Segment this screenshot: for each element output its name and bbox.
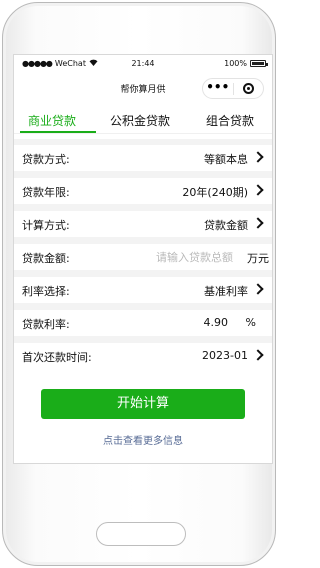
loan-rate-label: 贷款利率: — [22, 318, 70, 331]
loan-type-tabs: 商业贷款 公积金贷款 组合贷款 — [14, 107, 272, 134]
battery-percent: 100% — [224, 59, 247, 68]
loan-method-value: 等额本息 — [204, 153, 248, 166]
rate-choice-label: 利率选择: — [22, 285, 70, 298]
chevron-right-icon — [252, 283, 264, 295]
row-loan-method[interactable]: 贷款方式: 等额本息 — [14, 145, 272, 171]
chevron-right-icon — [252, 349, 264, 361]
app-screen: ●●●●● WeChat 21:44 100% 帮你算月供 ••• 商业贷款 公… — [13, 54, 273, 464]
first-payment-value: 2023-01 — [202, 349, 248, 362]
close-button[interactable] — [234, 83, 264, 94]
first-payment-label: 首次还款时间: — [22, 351, 92, 364]
nav-bar: 帮你算月供 ••• — [14, 73, 272, 105]
row-rate-choice[interactable]: 利率选择: 基准利率 — [14, 277, 272, 303]
more-dots-icon[interactable]: ••• — [203, 81, 233, 96]
row-first-payment[interactable]: 首次还款时间: 2023-01 — [14, 343, 272, 369]
calc-method-label: 计算方式: — [22, 219, 70, 232]
mini-program-capsule: ••• — [202, 78, 264, 99]
battery-icon — [250, 60, 268, 67]
loan-method-label: 贷款方式: — [22, 153, 70, 166]
row-loan-amount: 贷款金额: 万元 — [14, 244, 272, 270]
tab-combined-loan[interactable]: 组合贷款 — [206, 112, 254, 129]
loan-term-label: 贷款年限: — [22, 186, 70, 199]
chevron-right-icon — [252, 151, 264, 163]
home-button[interactable] — [96, 522, 186, 546]
loan-amount-unit: 万元 — [247, 252, 269, 265]
loan-rate-input[interactable]: 4.90 — [204, 316, 229, 329]
loan-amount-label: 贷款金额: — [22, 252, 70, 265]
close-circle-icon — [242, 83, 254, 94]
row-calc-method[interactable]: 计算方式: 贷款金额 — [14, 211, 272, 237]
tab-commercial-loan[interactable]: 商业贷款 — [28, 112, 76, 129]
more-info-link[interactable]: 点击查看更多信息 — [14, 432, 272, 447]
loan-rate-unit: % — [245, 316, 256, 329]
phone-frame: ●●●●● WeChat 21:44 100% 帮你算月供 ••• 商业贷款 公… — [2, 2, 276, 566]
row-loan-rate: 贷款利率: 4.90 % — [14, 310, 272, 336]
status-bar: ●●●●● WeChat 21:44 100% — [14, 55, 272, 73]
chevron-right-icon — [252, 217, 264, 229]
loan-form: 贷款方式: 等额本息 贷款年限: 20年(240期) 计算方式: 贷款金额 贷款… — [14, 139, 272, 369]
calculate-button[interactable]: 开始计算 — [41, 389, 245, 419]
active-tab-indicator — [20, 131, 96, 133]
tab-provident-fund-loan[interactable]: 公积金贷款 — [110, 112, 170, 129]
row-loan-term[interactable]: 贷款年限: 20年(240期) — [14, 178, 272, 204]
status-right: 100% — [224, 59, 268, 68]
rate-choice-value: 基准利率 — [204, 285, 248, 298]
loan-amount-input[interactable] — [156, 248, 242, 266]
loan-term-value: 20年(240期) — [182, 186, 248, 199]
calc-method-value: 贷款金额 — [204, 219, 248, 232]
chevron-right-icon — [252, 184, 264, 196]
